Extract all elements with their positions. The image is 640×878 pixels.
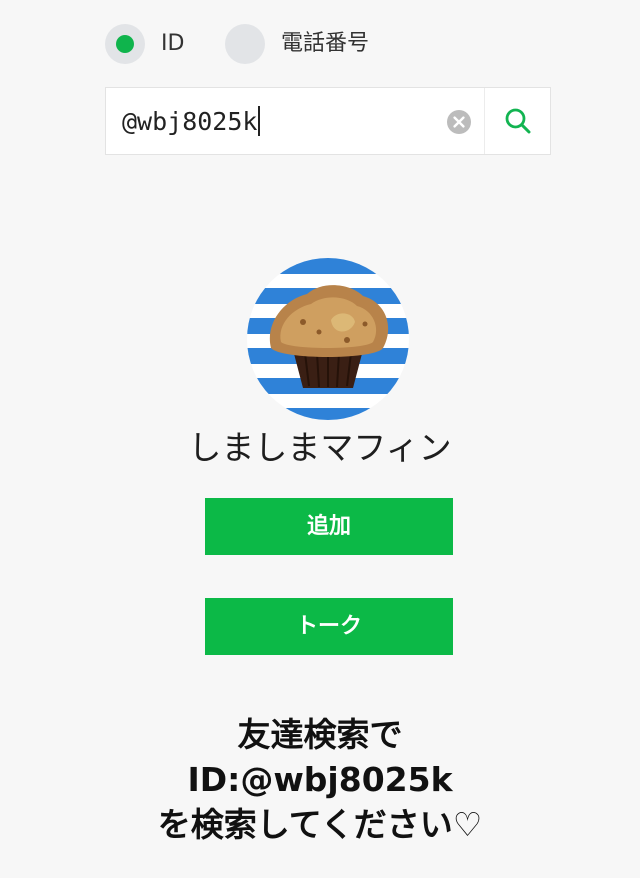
caption-line-2: ID:@wbj8025k xyxy=(187,760,453,799)
search-box: @wbj8025k xyxy=(105,87,551,155)
radio-button-phone[interactable] xyxy=(225,24,265,64)
radio-selected-dot xyxy=(116,35,134,53)
profile-name: しましまマフィン xyxy=(188,428,452,467)
search-icon xyxy=(505,108,531,134)
radio-label-phone: 電話番号 xyxy=(281,31,370,56)
search-input-value: @wbj8025k xyxy=(122,107,258,136)
radio-option-phone[interactable]: 電話番号 xyxy=(225,22,425,66)
radio-button-id[interactable] xyxy=(105,24,145,64)
text-caret xyxy=(258,106,261,136)
muffin-avatar-image xyxy=(247,258,409,420)
profile-avatar xyxy=(247,258,409,420)
caption-line-1: 友達検索で xyxy=(237,715,403,754)
add-friend-button[interactable]: 追加 xyxy=(205,498,453,555)
search-type-selector: ID 電話番号 xyxy=(105,22,505,66)
radio-option-id[interactable]: ID xyxy=(105,22,225,66)
search-input[interactable]: @wbj8025k xyxy=(122,105,422,139)
search-button[interactable] xyxy=(485,88,550,154)
clear-button[interactable] xyxy=(447,110,471,134)
radio-label-id: ID xyxy=(161,31,185,56)
clear-icon xyxy=(447,110,471,134)
instruction-caption: 友達検索で ID:@wbj8025k を検索してください♡ xyxy=(0,712,640,847)
talk-button[interactable]: トーク xyxy=(205,598,453,655)
caption-line-3: を検索してください♡ xyxy=(157,805,483,844)
